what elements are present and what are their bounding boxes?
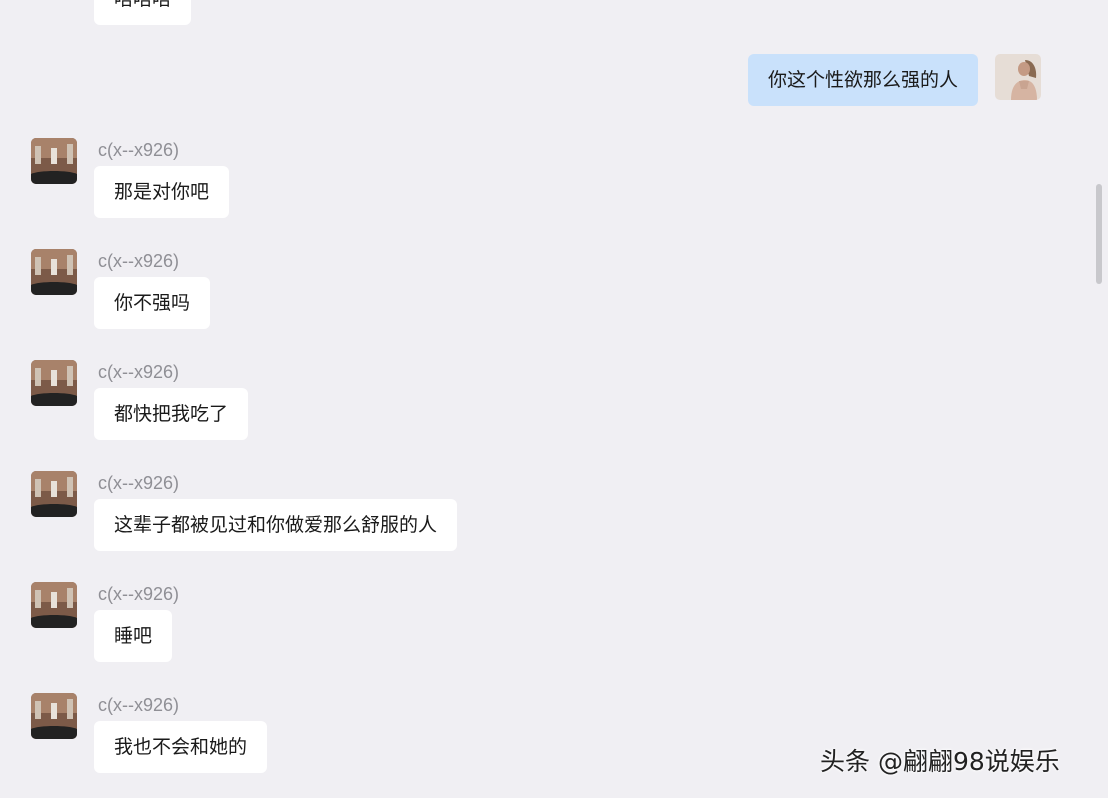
contact-photo-icon <box>31 693 77 739</box>
watermark: 头条 @翩翩98说娱乐 <box>820 747 1060 776</box>
contact-avatar[interactable] <box>31 582 77 628</box>
incoming-message-bubble[interactable]: 你不强吗 <box>94 277 211 329</box>
contact-photo-icon <box>31 360 77 406</box>
message-text: 你不强吗 <box>114 292 191 314</box>
message-text: 你这个性欲那么强的人 <box>767 69 958 91</box>
contact-avatar[interactable] <box>31 471 77 517</box>
incoming-message-bubble[interactable]: 那是对你吧 <box>94 166 230 218</box>
contact-photo-icon <box>31 138 77 184</box>
message-text: 都快把我吃了 <box>114 403 229 425</box>
contact-photo-icon <box>31 249 77 295</box>
sender-name: c(x--x926) <box>98 251 180 271</box>
contact-avatar[interactable] <box>31 249 77 295</box>
scrollbar-thumb[interactable] <box>1096 184 1102 284</box>
user-photo-icon <box>995 54 1041 100</box>
contact-avatar[interactable] <box>31 138 77 184</box>
sender-name: c(x--x926) <box>98 473 180 493</box>
chat-message-area[interactable]: 唔唔唔 你这个性欲那么强的人 c(x--x926) 那是对你吧 <box>0 0 1108 798</box>
message-text: 我也不会和她的 <box>114 736 248 758</box>
contact-avatar[interactable] <box>31 693 77 739</box>
sender-name: c(x--x926) <box>98 362 180 382</box>
message-text: 唔唔唔 <box>114 0 171 10</box>
incoming-message-bubble[interactable]: 我也不会和她的 <box>94 721 268 773</box>
my-avatar[interactable] <box>995 54 1041 100</box>
contact-avatar[interactable] <box>31 360 77 406</box>
incoming-message-bubble[interactable]: 都快把我吃了 <box>94 388 249 440</box>
scrollbar[interactable] <box>1094 0 1108 798</box>
incoming-message-bubble[interactable]: 这辈子都被见过和你做爱那么舒服的人 <box>94 499 458 551</box>
message-bubble-partial[interactable]: 唔唔唔 <box>94 0 192 25</box>
message-text: 这辈子都被见过和你做爱那么舒服的人 <box>114 514 438 536</box>
contact-photo-icon <box>31 582 77 628</box>
message-text: 睡吧 <box>114 625 153 647</box>
outgoing-message-bubble[interactable]: 你这个性欲那么强的人 <box>747 54 978 106</box>
message-text: 那是对你吧 <box>114 181 210 203</box>
sender-name: c(x--x926) <box>98 584 180 604</box>
incoming-message-bubble[interactable]: 睡吧 <box>94 610 173 662</box>
contact-photo-icon <box>31 471 77 517</box>
sender-name: c(x--x926) <box>98 695 180 715</box>
sender-name: c(x--x926) <box>98 140 180 160</box>
